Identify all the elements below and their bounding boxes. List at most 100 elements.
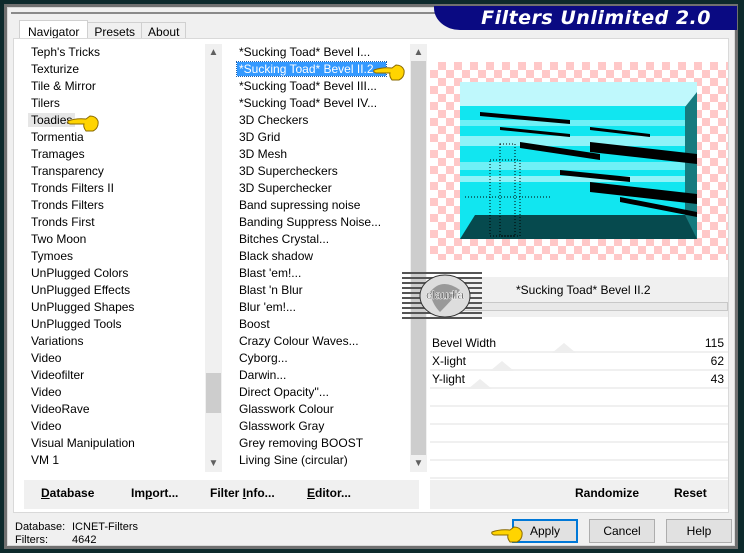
category-item[interactable]: Video xyxy=(22,350,207,367)
category-item[interactable]: Tronds Filters II xyxy=(22,180,207,197)
filter-item[interactable]: Band supressing noise xyxy=(230,197,410,214)
category-item[interactable]: Tymoes xyxy=(22,248,207,265)
category-scrollbar[interactable]: ▲ ▼ xyxy=(205,44,222,472)
filter-item[interactable]: Cyborg... xyxy=(230,350,410,367)
list-item-label: Tronds First xyxy=(31,215,95,229)
filter-item[interactable]: 3D Superchecker xyxy=(230,180,410,197)
filter-item[interactable]: Blast 'em!... xyxy=(230,265,410,282)
category-item[interactable]: VM 1 xyxy=(22,452,207,469)
scroll-down-icon[interactable]: ▼ xyxy=(205,455,222,472)
parameter-value: 115 xyxy=(704,336,724,350)
category-item[interactable]: Teph's Tricks xyxy=(22,44,207,61)
scroll-up-icon[interactable]: ▲ xyxy=(205,44,222,61)
category-list[interactable]: Teph's Tricks Texturize Tile & Mirror Tiler… xyxy=(22,44,207,472)
list-item-label: Grey removing BOOST xyxy=(239,436,364,450)
cancel-button[interactable]: Cancel xyxy=(589,519,655,543)
filter-scrollbar[interactable]: ▲ ▼ xyxy=(410,44,427,472)
slider-marker-icon[interactable] xyxy=(490,361,515,371)
category-item[interactable]: Tronds First xyxy=(22,214,207,231)
filter-item[interactable]: 3D Grid xyxy=(230,129,410,146)
database-button[interactable]: Database xyxy=(41,486,94,500)
filter-info-button[interactable]: Filter Info... xyxy=(210,486,275,500)
category-item[interactable]: Variations xyxy=(22,333,207,350)
window-title: Filters Unlimited 2.0 xyxy=(434,6,737,30)
empty-parameter-slot xyxy=(430,407,728,425)
list-item-label: Two Moon xyxy=(31,232,87,246)
navigator-panel: Teph's Tricks Texturize Tile & Mirror Tiler… xyxy=(13,38,729,513)
category-item[interactable]: Videofilter xyxy=(22,367,207,384)
list-item-label: Cyborg... xyxy=(239,351,288,365)
filter-item[interactable]: Grey removing BOOST xyxy=(230,435,410,452)
list-item-label: UnPlugged Tools xyxy=(31,317,122,331)
filter-item[interactable]: Banding Suppress Noise... xyxy=(230,214,410,231)
filter-item[interactable]: Boost xyxy=(230,316,410,333)
category-item[interactable]: Video xyxy=(22,384,207,401)
preview-image xyxy=(460,82,697,239)
category-item[interactable]: Texturize xyxy=(22,61,207,78)
category-item[interactable]: Transparency xyxy=(22,163,207,180)
list-item-label: 3D Supercheckers xyxy=(239,164,338,178)
category-item[interactable]: Tramages xyxy=(22,146,207,163)
slider-marker-icon[interactable] xyxy=(552,343,577,353)
filter-item[interactable]: Darwin... xyxy=(230,367,410,384)
category-item[interactable]: Two Moon xyxy=(22,231,207,248)
filter-item[interactable]: 3D Checkers xyxy=(230,112,410,129)
category-item[interactable]: UnPlugged Shapes xyxy=(22,299,207,316)
list-item-label: Video xyxy=(31,351,62,365)
list-item-label: Blast 'n Blur xyxy=(239,283,303,297)
filter-item[interactable]: *Sucking Toad* Bevel I... xyxy=(230,44,410,61)
list-item-label: 3D Checkers xyxy=(239,113,309,127)
category-item[interactable]: Tile & Mirror xyxy=(22,78,207,95)
filter-item[interactable]: Blast 'n Blur xyxy=(230,282,410,299)
filter-scroll-thumb[interactable] xyxy=(411,61,426,455)
category-item[interactable]: Video xyxy=(22,418,207,435)
filter-item[interactable]: 3D Supercheckers xyxy=(230,163,410,180)
filter-item[interactable]: Living Sine (circular) xyxy=(230,452,410,469)
filter-item[interactable]: Glasswork Gray xyxy=(230,418,410,435)
filter-item[interactable]: Direct Opacity''... xyxy=(230,384,410,401)
import-button[interactable]: Import... xyxy=(131,486,178,500)
parameter-slider[interactable]: X-light 62 xyxy=(430,353,728,371)
list-item-label: Crazy Colour Waves... xyxy=(239,334,359,348)
list-item-label: Videofilter xyxy=(31,368,85,382)
parameter-sliders: Bevel Width 115 X-light 62 Y-light 43 xyxy=(430,335,728,479)
list-item-label: Tymoes xyxy=(31,249,74,263)
category-item[interactable]: UnPlugged Tools xyxy=(22,316,207,333)
randomize-button[interactable]: Randomize xyxy=(575,486,639,500)
category-scroll-thumb[interactable] xyxy=(206,372,221,413)
category-item[interactable]: Tormentia xyxy=(22,129,207,146)
list-item-label: Tronds Filters xyxy=(31,198,104,212)
filter-item[interactable]: 3D Mesh xyxy=(230,146,410,163)
filter-item[interactable]: Glasswork Colour xyxy=(230,401,410,418)
category-item[interactable]: UnPlugged Colors xyxy=(22,265,207,282)
help-button[interactable]: Help xyxy=(666,519,732,543)
list-item-label: Banding Suppress Noise... xyxy=(239,215,382,229)
scroll-down-icon[interactable]: ▼ xyxy=(410,455,427,472)
parameter-slider[interactable]: Bevel Width 115 xyxy=(430,335,728,353)
filter-item[interactable]: Blur 'em!... xyxy=(230,299,410,316)
filter-list[interactable]: *Sucking Toad* Bevel I... *Sucking Toad* … xyxy=(230,44,410,472)
list-item-label: Blur 'em!... xyxy=(239,300,296,314)
list-item-label: Variations xyxy=(31,334,84,348)
category-item[interactable]: VM Extravaganza xyxy=(22,469,207,472)
filter-item[interactable]: *Sucking Toad* Bevel IV... xyxy=(230,95,410,112)
category-item[interactable]: Visual Manipulation xyxy=(22,435,207,452)
category-item[interactable]: UnPlugged Effects xyxy=(22,282,207,299)
filter-item[interactable]: Bitches Crystal... xyxy=(230,231,410,248)
empty-parameter-slot xyxy=(430,461,728,479)
list-item-label: *Sucking Toad* Bevel II.2... xyxy=(236,61,387,77)
slider-marker-icon[interactable] xyxy=(468,379,493,389)
category-item[interactable]: Tronds Filters xyxy=(22,197,207,214)
category-item[interactable]: VideoRave xyxy=(22,401,207,418)
editor-button[interactable]: Editor... xyxy=(307,486,351,500)
list-item-label: Video xyxy=(31,419,62,433)
category-item[interactable]: Toadies xyxy=(22,112,207,129)
parameter-slider[interactable]: Y-light 43 xyxy=(430,371,728,389)
list-item-label: *Sucking Toad* Bevel IV... xyxy=(239,96,378,110)
filter-item[interactable]: Living Sine (linear) xyxy=(230,469,410,472)
scroll-up-icon[interactable]: ▲ xyxy=(410,44,427,61)
filter-item[interactable]: Black shadow xyxy=(230,248,410,265)
reset-button[interactable]: Reset xyxy=(674,486,707,500)
category-item[interactable]: Tilers xyxy=(22,95,207,112)
filter-item[interactable]: Crazy Colour Waves... xyxy=(230,333,410,350)
